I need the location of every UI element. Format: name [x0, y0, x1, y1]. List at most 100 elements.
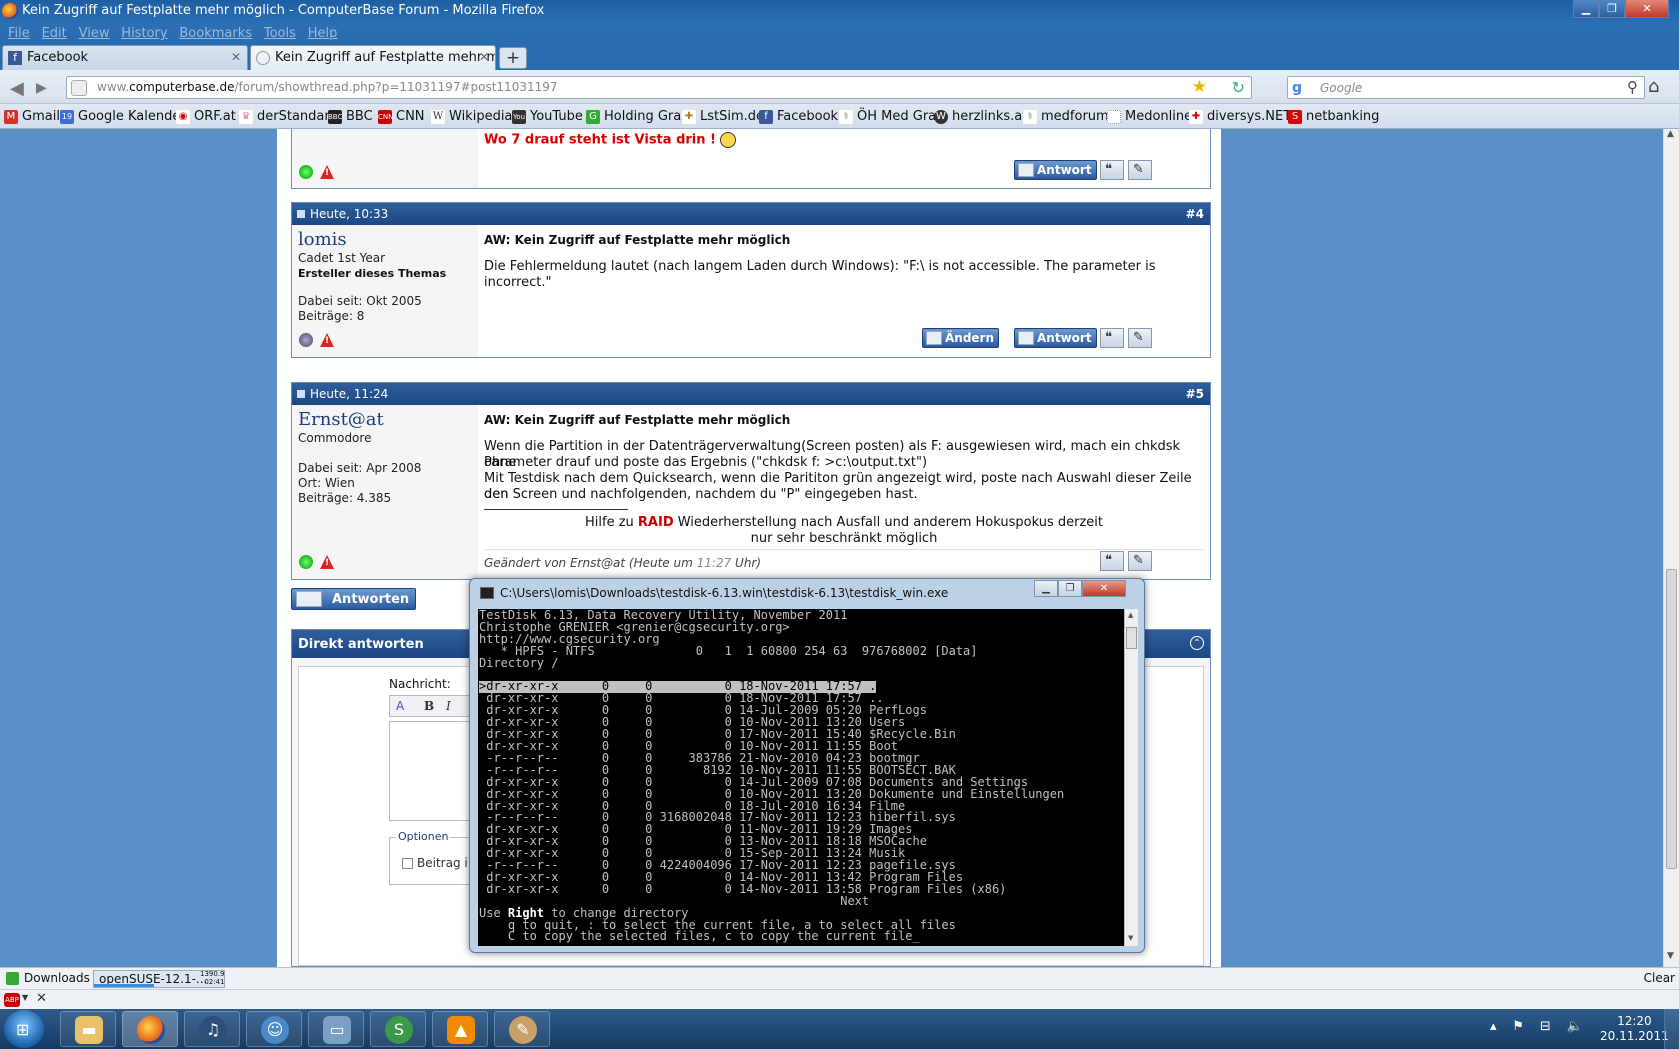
flag-icon[interactable]: ⚑	[1512, 1019, 1524, 1034]
taskbar-vlc[interactable]: ▲	[432, 1011, 488, 1047]
bookmark-bbc[interactable]: BBC BBC	[328, 109, 373, 124]
bookmark-medforum[interactable]: ⚕ medforum	[1023, 109, 1109, 124]
downloads-button[interactable]: Downloads	[6, 971, 90, 985]
volume-icon[interactable]: 🔈	[1567, 1019, 1583, 1034]
taskbar-paint[interactable]: ✎	[494, 1011, 550, 1047]
clock[interactable]: 12:20 20.11.2011	[1600, 1014, 1669, 1044]
close-tab-icon[interactable]: ✕	[231, 50, 241, 64]
bookmark-oeh-med-graz[interactable]: ⚕ ÖH Med Graz	[839, 109, 943, 124]
menu-edit[interactable]: Edit	[42, 26, 67, 41]
answer-thread-button[interactable]: Antworten	[291, 588, 416, 610]
page-scrollbar[interactable]: ▲ ▼	[1663, 129, 1679, 967]
close-addon-bar-icon[interactable]: ✕	[36, 991, 47, 1006]
search-bar[interactable]: g Google ⚲	[1287, 76, 1645, 99]
clear-downloads-button[interactable]: Clear	[1644, 971, 1675, 985]
scroll-up-icon[interactable]: ▲	[1667, 129, 1674, 139]
minimize-button[interactable]: ▁	[1573, 0, 1599, 18]
menu-view[interactable]: View	[79, 26, 110, 41]
dropdown-arrow-icon[interactable]: ▼	[22, 993, 28, 1002]
bookmark-holding-graz[interactable]: G Holding Graz	[586, 109, 688, 124]
menu-file[interactable]: File	[8, 26, 30, 41]
multi-quote-button[interactable]: ✎	[1128, 328, 1152, 348]
search-icon[interactable]: ⚲	[1627, 78, 1638, 96]
console-screen[interactable]: TestDisk 6.13, Data Recovery Utility, No…	[478, 609, 1124, 946]
font-style-icon[interactable]: A	[396, 699, 404, 713]
bookmark-netbanking[interactable]: Snetbanking	[1288, 109, 1379, 124]
raid-link[interactable]: RAID	[638, 515, 674, 530]
console-maximize-button[interactable]: ❐	[1058, 580, 1082, 597]
taskbar-explorer[interactable]: ▬	[60, 1011, 116, 1047]
url-bar[interactable]: www.computerbase.de/forum/showthread.php…	[66, 76, 1252, 99]
taskbar-skype[interactable]: S	[370, 1011, 426, 1047]
tab-label: Kein Zugriff auf Festplatte mehr mögl...	[275, 50, 495, 65]
windows-taskbar: ⊞ ▬ ♫ ☺ ▭ S ▲ ✎ ▴ ⚑ ⊟ 🔈 12:20 20.11.2011	[0, 1009, 1679, 1049]
taskbar-computer[interactable]: ▭	[308, 1011, 364, 1047]
reply-button[interactable]: Antwort	[1014, 328, 1097, 348]
bookmark-orf[interactable]: ◉ ORF.at	[176, 109, 236, 124]
bookmark-derstandard[interactable]: ♛ derStandard	[239, 109, 338, 124]
bookmark-medonline[interactable]: Medonline	[1107, 109, 1192, 124]
tab-facebook[interactable]: f Facebook ✕	[2, 45, 248, 70]
forward-arrow-icon[interactable]: ▶	[36, 80, 47, 96]
console-minimize-button[interactable]: ▁	[1034, 580, 1058, 597]
menu-help[interactable]: Help	[308, 26, 338, 41]
taskbar-itunes[interactable]: ♫	[184, 1011, 240, 1047]
start-button[interactable]: ⊞	[4, 1010, 44, 1048]
bookmark-youtube[interactable]: You YouTube	[512, 109, 583, 124]
bookmark-google-kalender[interactable]: 19 Google Kalender	[60, 109, 186, 124]
multi-quote-button[interactable]: ✎	[1128, 160, 1152, 180]
bookmark-diversys[interactable]: ✚ diversys.NET²	[1189, 109, 1296, 124]
bookmark-lstsim[interactable]: ✚ LstSim.de	[682, 109, 764, 124]
google-icon[interactable]: g	[1292, 80, 1302, 96]
edit-button[interactable]: Ändern	[922, 328, 1000, 348]
adblock-icon[interactable]: ABP	[4, 993, 20, 1007]
post-number[interactable]: #4	[1186, 207, 1204, 221]
scroll-down-icon[interactable]: ▼	[1667, 951, 1674, 961]
menu-bookmarks[interactable]: Bookmarks	[179, 26, 252, 41]
bold-button[interactable]: B	[424, 699, 434, 713]
console-scroll-down-icon[interactable]: ▼	[1128, 934, 1133, 942]
tray-expand-icon[interactable]: ▴	[1490, 1019, 1497, 1034]
collapse-icon[interactable]: ⌃	[1190, 636, 1204, 650]
reply-button[interactable]: Antwort	[1014, 160, 1097, 180]
tab-computerbase[interactable]: Kein Zugriff auf Festplatte mehr mögl...…	[250, 45, 496, 70]
close-tab-icon[interactable]: ✕	[479, 50, 489, 64]
italic-button[interactable]: I	[446, 699, 451, 713]
console-close-button[interactable]: ✕	[1082, 580, 1126, 597]
report-warning-icon[interactable]	[320, 333, 334, 347]
menu-tools[interactable]: Tools	[264, 26, 296, 41]
reload-icon[interactable]: ↻	[1232, 78, 1245, 97]
option-checkbox[interactable]: Beitrag i	[402, 856, 468, 870]
bookmark-gmail[interactable]: M Gmail	[4, 109, 60, 124]
console-scrollbar[interactable]: ▲ ▼	[1124, 609, 1138, 946]
bookmark-facebook[interactable]: f Facebook	[759, 109, 838, 124]
report-warning-icon[interactable]	[320, 555, 334, 569]
bookmark-star-icon[interactable]: ★	[1192, 77, 1207, 97]
quote-button[interactable]: ❝	[1100, 551, 1124, 571]
close-button[interactable]: ✕	[1625, 0, 1669, 18]
show-desktop-button[interactable]	[1664, 1009, 1679, 1049]
site-identity-icon[interactable]	[71, 80, 87, 96]
taskbar-firefox[interactable]	[122, 1011, 178, 1047]
home-icon[interactable]: ⌂	[1648, 76, 1659, 97]
bookmark-cnn[interactable]: CNN CNN	[378, 109, 425, 124]
menu-history[interactable]: History	[121, 26, 167, 41]
bookmark-herzlinks[interactable]: Wherzlinks.at	[934, 109, 1027, 124]
network-icon[interactable]: ⊟	[1540, 1019, 1551, 1034]
back-arrow-icon[interactable]: ◀	[10, 78, 24, 99]
post-number[interactable]: #5	[1186, 387, 1204, 401]
taskbar-messenger[interactable]: ☺	[246, 1011, 302, 1047]
scroll-thumb[interactable]	[1666, 569, 1677, 869]
maximize-button[interactable]: ❐	[1599, 0, 1625, 18]
new-tab-button[interactable]: +	[499, 47, 527, 69]
multi-quote-button[interactable]: ✎	[1128, 551, 1152, 571]
quote-button[interactable]: ❝	[1100, 160, 1124, 180]
username[interactable]: Ernst@at	[298, 409, 384, 430]
quote-button[interactable]: ❝	[1100, 328, 1124, 348]
console-scroll-up-icon[interactable]: ▲	[1128, 611, 1133, 619]
report-warning-icon[interactable]	[320, 165, 334, 179]
testdisk-console-window[interactable]: C:\Users\lomis\Downloads\testdisk-6.13.w…	[469, 578, 1145, 953]
username[interactable]: lomis	[298, 229, 347, 250]
bookmark-wikipedia[interactable]: W Wikipedia	[431, 109, 512, 124]
console-scroll-thumb[interactable]	[1126, 627, 1137, 649]
